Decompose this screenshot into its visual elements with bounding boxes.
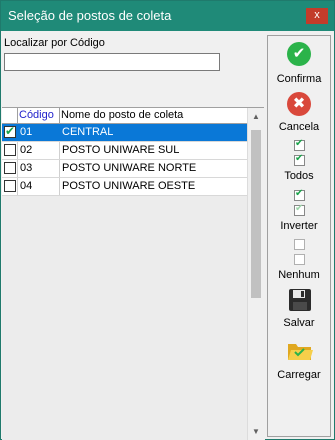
cell-divider (59, 142, 60, 159)
search-input[interactable] (4, 53, 220, 71)
header-divider (17, 108, 18, 123)
column-header-code[interactable]: Código (19, 109, 54, 123)
x-circle-icon: ✖ (287, 92, 311, 116)
none-label: Nenhum (278, 269, 320, 281)
row-code: 03 (20, 162, 33, 174)
title-bar[interactable]: Seleção de postos de coleta x (1, 1, 334, 31)
select-none-button[interactable]: Nenhum (268, 239, 330, 285)
table-row[interactable]: 01 CENTRAL (2, 124, 247, 142)
row-name: POSTO UNIWARE NORTE (62, 162, 197, 174)
row-name: POSTO UNIWARE OESTE (62, 180, 196, 192)
confirm-button[interactable]: ✔ Confirma (268, 42, 330, 90)
cell-divider (17, 160, 18, 177)
table-row[interactable]: 03 POSTO UNIWARE NORTE (2, 160, 247, 178)
header-divider (59, 108, 60, 123)
scroll-up-icon[interactable]: ▲ (252, 112, 260, 121)
row-code: 04 (20, 180, 33, 192)
dialog-window: Seleção de postos de coleta x Localizar … (0, 0, 335, 440)
cell-divider (17, 178, 18, 195)
checkbox-faded-icon (294, 203, 305, 216)
close-button[interactable]: x (306, 8, 328, 24)
folder-open-icon (288, 344, 313, 360)
floppy-disk-icon (289, 289, 311, 311)
checkbox-checked-icon (294, 188, 305, 201)
vertical-scrollbar[interactable]: ▲ ▼ (247, 108, 265, 440)
row-checkbox[interactable] (4, 144, 16, 156)
row-name: POSTO UNIWARE SUL (62, 144, 180, 156)
save-button[interactable]: Salvar (268, 288, 330, 334)
checkbox-empty-icon (294, 239, 305, 250)
scroll-down-icon[interactable]: ▼ (252, 427, 260, 436)
cancel-button[interactable]: ✖ Cancela (268, 92, 330, 138)
check-circle-icon: ✔ (287, 42, 311, 66)
table-row[interactable]: 02 POSTO UNIWARE SUL (2, 142, 247, 160)
checkbox-checked-icon (294, 138, 305, 151)
window-title: Seleção de postos de coleta (8, 8, 172, 23)
checkbox-empty-icon (294, 254, 305, 265)
row-checkbox[interactable] (4, 180, 16, 192)
row-code: 01 (20, 126, 33, 138)
search-label: Localizar por Código (4, 37, 105, 49)
confirm-label: Confirma (276, 73, 322, 85)
invert-selection-button[interactable]: Inverter (268, 188, 330, 236)
column-header-name[interactable]: Nome do posto de coleta (61, 109, 183, 123)
cell-divider (17, 142, 18, 159)
row-name: CENTRAL (62, 126, 114, 138)
row-checkbox[interactable] (4, 124, 16, 138)
cancel-label: Cancela (278, 121, 320, 133)
row-code: 02 (20, 144, 33, 156)
select-all-label: Todos (284, 170, 314, 182)
stations-grid: Código Nome do posto de coleta 01 CENTRA… (2, 107, 265, 440)
load-button[interactable]: Carregar (268, 339, 330, 387)
cell-divider (59, 160, 60, 177)
grid-header: Código Nome do posto de coleta (2, 108, 247, 124)
invert-label: Inverter (280, 220, 318, 232)
scroll-thumb[interactable] (251, 130, 261, 298)
select-all-button[interactable]: Todos (268, 138, 330, 186)
save-label: Salvar (283, 317, 315, 329)
cell-divider (59, 178, 60, 195)
load-label: Carregar (277, 369, 321, 381)
action-toolbar: ✔ Confirma ✖ Cancela Todos Inverter Nenh… (267, 35, 331, 437)
row-checkbox[interactable] (4, 162, 16, 174)
checkbox-checked-icon (294, 153, 305, 166)
table-row[interactable]: 04 POSTO UNIWARE OESTE (2, 178, 247, 196)
